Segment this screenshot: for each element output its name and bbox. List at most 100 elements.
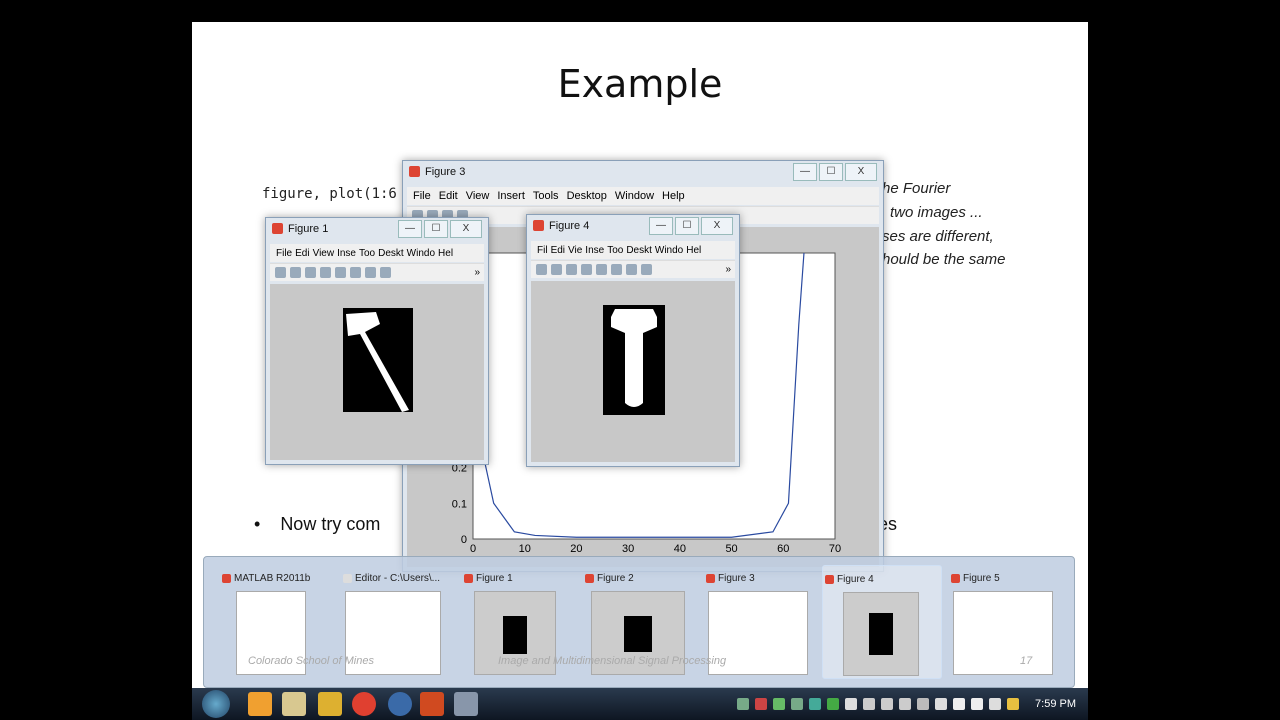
signal-icon[interactable] xyxy=(971,698,984,710)
menu-help[interactable]: Help xyxy=(662,190,685,202)
slide-page-number: 17 xyxy=(1020,655,1033,667)
flag-icon[interactable] xyxy=(845,698,858,710)
figure4-titlebar[interactable]: Figure 4 — ☐ X xyxy=(527,215,739,237)
network-icon[interactable] xyxy=(953,698,966,710)
app-icon[interactable] xyxy=(318,692,342,716)
pan-icon[interactable] xyxy=(626,264,637,275)
menu-file[interactable]: Fil xyxy=(537,245,548,256)
zoom-in-icon[interactable] xyxy=(335,267,346,278)
open-icon[interactable] xyxy=(551,264,562,275)
toolbar-more-icon[interactable]: » xyxy=(474,267,484,278)
rotate-icon[interactable] xyxy=(380,267,391,278)
x-tick-label: 50 xyxy=(725,543,737,555)
minimize-button[interactable]: — xyxy=(649,217,673,235)
maximize-button[interactable]: ☐ xyxy=(675,217,699,235)
powerpoint-icon[interactable] xyxy=(420,692,444,716)
tray-icon[interactable] xyxy=(773,698,786,710)
thumb-figure4[interactable]: Figure 4 xyxy=(822,565,942,679)
zoom-out-icon[interactable] xyxy=(350,267,361,278)
print-icon[interactable] xyxy=(581,264,592,275)
save-icon[interactable] xyxy=(566,264,577,275)
menu-insert[interactable]: Inse xyxy=(337,248,356,259)
new-figure-icon[interactable] xyxy=(536,264,547,275)
rotate-icon[interactable] xyxy=(641,264,652,275)
slide-footer-left: Colorado School of Mines xyxy=(248,655,374,667)
start-button[interactable] xyxy=(202,690,230,718)
menu-insert[interactable]: Inse xyxy=(585,245,604,256)
close-button[interactable]: X xyxy=(701,217,733,235)
menu-tools[interactable]: Too xyxy=(359,248,375,259)
new-figure-icon[interactable] xyxy=(275,267,286,278)
close-button[interactable]: X xyxy=(845,163,877,181)
menu-insert[interactable]: Insert xyxy=(497,190,525,202)
menu-desktop[interactable]: Desktop xyxy=(567,190,607,202)
close-button[interactable]: X xyxy=(450,220,482,238)
open-icon[interactable] xyxy=(290,267,301,278)
zoom-out-icon[interactable] xyxy=(611,264,622,275)
menu-file[interactable]: File xyxy=(413,190,431,202)
thumb-preview xyxy=(843,592,919,676)
menu-edit[interactable]: Edi xyxy=(551,245,565,256)
clock[interactable]: 7:59 PM xyxy=(1035,698,1076,710)
menu-file[interactable]: File xyxy=(276,248,292,259)
figure4-canvas xyxy=(531,281,735,462)
slide-top-bar xyxy=(192,0,1088,22)
menu-view[interactable]: View xyxy=(466,190,490,202)
power-icon[interactable] xyxy=(989,698,1002,710)
thumb-figure5[interactable]: Figure 5 xyxy=(949,565,1061,677)
figure3-titlebar[interactable]: Figure 3 — ☐ X xyxy=(403,161,883,183)
tray-icon[interactable] xyxy=(881,698,894,710)
menu-tools[interactable]: Too xyxy=(607,245,623,256)
menu-edit[interactable]: Edi xyxy=(295,248,309,259)
right-text-3: ses are different, xyxy=(882,228,994,245)
figure3-menubar: File Edit View Insert Tools Desktop Wind… xyxy=(407,187,879,205)
menu-desktop[interactable]: Deskt xyxy=(626,245,652,256)
thumb-label: MATLAB R2011b xyxy=(234,573,311,584)
matlab-icon xyxy=(222,574,231,583)
chrome-icon[interactable] xyxy=(352,692,376,716)
menu-desktop[interactable]: Deskt xyxy=(378,248,404,259)
code-text: figure, plot(1:6 xyxy=(262,186,397,202)
app2-icon[interactable] xyxy=(388,692,412,716)
figure4-menubar: Fil Edi Vie Inse Too Deskt Windo Hel xyxy=(531,241,735,259)
menu-help[interactable]: Hel xyxy=(438,248,453,259)
figure1-titlebar[interactable]: Figure 1 — ☐ X xyxy=(266,218,488,240)
thumb-label: Figure 3 xyxy=(718,573,755,584)
menu-window[interactable]: Window xyxy=(615,190,654,202)
file-explorer-icon[interactable] xyxy=(282,692,306,716)
tray-icon[interactable] xyxy=(917,698,930,710)
shield-icon[interactable] xyxy=(1007,698,1020,710)
tray-icon[interactable] xyxy=(863,698,876,710)
minimize-button[interactable]: — xyxy=(793,163,817,181)
tray-icon[interactable] xyxy=(809,698,822,710)
volume-icon[interactable] xyxy=(935,698,948,710)
thumb-label: Figure 4 xyxy=(837,574,874,585)
right-text-1: he Fourier xyxy=(882,180,951,197)
figure4-toolbar: » xyxy=(531,260,735,278)
menu-help[interactable]: Hel xyxy=(686,245,701,256)
maximize-button[interactable]: ☐ xyxy=(424,220,448,238)
menu-view[interactable]: Vie xyxy=(568,245,582,256)
maximize-button[interactable]: ☐ xyxy=(819,163,843,181)
pan-icon[interactable] xyxy=(365,267,376,278)
menu-edit[interactable]: Edit xyxy=(439,190,458,202)
tray-icon[interactable] xyxy=(755,698,768,710)
zoom-in-icon[interactable] xyxy=(596,264,607,275)
tray-icon[interactable] xyxy=(899,698,912,710)
minimize-button[interactable]: — xyxy=(398,220,422,238)
menu-window[interactable]: Windo xyxy=(407,248,435,259)
matlab-taskbar-icon[interactable] xyxy=(454,692,478,716)
tray-icon[interactable] xyxy=(791,698,804,710)
menu-tools[interactable]: Tools xyxy=(533,190,559,202)
figure4-window[interactable]: Figure 4 — ☐ X Fil Edi Vie Inse Too Desk… xyxy=(526,214,740,467)
figure1-window[interactable]: Figure 1 — ☐ X File Edi View Inse Too De… xyxy=(265,217,489,465)
tray-icon[interactable] xyxy=(827,698,840,710)
figure4-title: Figure 4 xyxy=(549,220,590,232)
menu-window[interactable]: Windo xyxy=(655,245,683,256)
toolbar-more-icon[interactable]: » xyxy=(725,264,735,275)
print-icon[interactable] xyxy=(320,267,331,278)
menu-view[interactable]: View xyxy=(313,248,335,259)
save-icon[interactable] xyxy=(305,267,316,278)
tray-icon[interactable] xyxy=(737,698,750,710)
outlook-icon[interactable] xyxy=(248,692,272,716)
